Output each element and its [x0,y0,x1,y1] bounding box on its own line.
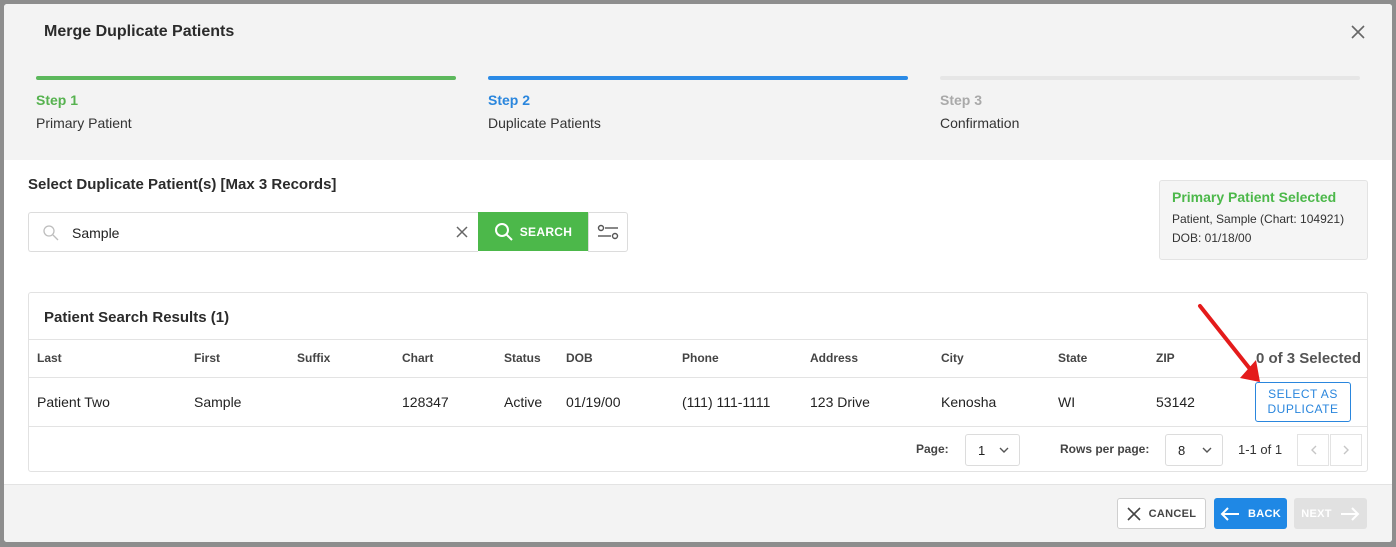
clear-icon[interactable] [456,226,468,238]
table-row: Patient Two Sample 128347 Active 01/19/0… [29,378,1367,427]
modal-footer: CANCEL BACK NEXT [4,484,1392,542]
page-range: 1-1 of 1 [1238,442,1283,457]
chevron-down-icon [999,447,1009,453]
results-title: Patient Search Results (1) [44,309,230,326]
arrow-left-icon [1220,506,1239,521]
arrow-right-icon [1340,506,1360,521]
step-1-number: Step 1 [36,92,79,108]
search-icon [494,222,513,241]
sliders-icon [597,224,619,240]
step-2-label: Duplicate Patients [488,115,601,131]
cell-dob: 01/19/00 [566,394,621,410]
column-header-dob[interactable]: DOB [566,351,593,365]
close-icon[interactable] [1350,24,1366,40]
step-2-number: Step 2 [488,92,531,108]
page-select[interactable]: 1 [965,434,1020,466]
rows-per-page-value: 8 [1178,443,1186,458]
step-1-progress-bar [36,76,456,80]
next-button[interactable]: NEXT [1294,498,1367,529]
merge-modal: Merge Duplicate Patients Step 1 Primary … [4,4,1392,542]
column-header-chart[interactable]: Chart [402,351,433,365]
cancel-button[interactable]: CANCEL [1117,498,1206,529]
column-header-phone[interactable]: Phone [682,351,719,365]
search-button-label: SEARCH [519,224,573,239]
primary-patient-card: Primary Patient Selected Patient, Sample… [1159,180,1368,260]
table-header: Last First Suffix Chart Status DOB Phone… [29,339,1367,378]
rows-per-page-label: Rows per page: [1060,442,1150,456]
step-3-number: Step 3 [940,92,983,108]
cell-state: WI [1058,394,1076,410]
column-header-last[interactable]: Last [37,351,62,365]
search-icon [43,225,59,241]
search-box [28,212,478,252]
search-button[interactable]: SEARCH [478,212,588,251]
chevron-down-icon [1202,447,1212,453]
back-button[interactable]: BACK [1214,498,1287,529]
search-results-panel: Patient Search Results (1) Last First Su… [28,292,1368,472]
next-page-button[interactable] [1330,434,1362,466]
step-2-progress-bar [488,76,908,80]
primary-patient-dob: DOB: 01/18/00 [1172,231,1252,245]
select-button-line2: DUPLICATE [1267,402,1339,416]
column-header-first[interactable]: First [194,351,220,365]
step-1-label: Primary Patient [36,115,132,131]
cell-first: Sample [194,394,242,410]
search-input[interactable] [72,222,442,244]
page-value: 1 [978,443,986,458]
step-3-label: Confirmation [940,115,1020,131]
pagination: Page: 1 Rows per page: 8 1-1 of 1 [29,427,1367,472]
previous-page-button[interactable] [1297,434,1329,466]
cancel-label: CANCEL [1148,507,1197,520]
column-header-zip[interactable]: ZIP [1156,351,1175,365]
back-label: BACK [1248,507,1281,520]
column-header-suffix[interactable]: Suffix [297,351,330,365]
rows-per-page-select[interactable]: 8 [1165,434,1223,466]
primary-patient-title: Primary Patient Selected [1172,189,1337,205]
modal-header: Merge Duplicate Patients Step 1 Primary … [4,4,1392,160]
cell-status: Active [504,394,543,410]
filter-button[interactable] [588,212,628,252]
page-label: Page: [916,442,949,456]
cell-phone: (111) 111-1111 [682,394,771,410]
annotation-arrow-icon [1198,304,1260,382]
section-heading: Select Duplicate Patient(s) [Max 3 Recor… [28,176,337,193]
step-3: Step 3 Confirmation [940,76,1360,131]
column-header-city[interactable]: City [941,351,964,365]
step-1: Step 1 Primary Patient [36,76,456,131]
modal-title: Merge Duplicate Patients [44,23,235,40]
cell-zip: 53142 [1156,394,1195,410]
chevron-left-icon [1310,445,1316,455]
cell-chart: 128347 [402,394,449,410]
column-header-address[interactable]: Address [810,351,858,365]
step-3-progress-bar [940,76,1360,80]
column-header-status[interactable]: Status [504,351,541,365]
close-icon [1127,506,1141,521]
step-2: Step 2 Duplicate Patients [488,76,908,131]
cell-city: Kenosha [941,394,997,410]
chevron-right-icon [1343,445,1349,455]
cell-address: 123 Drive [810,394,870,410]
cell-last: Patient Two [37,394,110,410]
primary-patient-name: Patient, Sample (Chart: 104921) [1172,212,1345,226]
next-label: NEXT [1301,507,1332,520]
column-header-state[interactable]: State [1058,351,1087,365]
